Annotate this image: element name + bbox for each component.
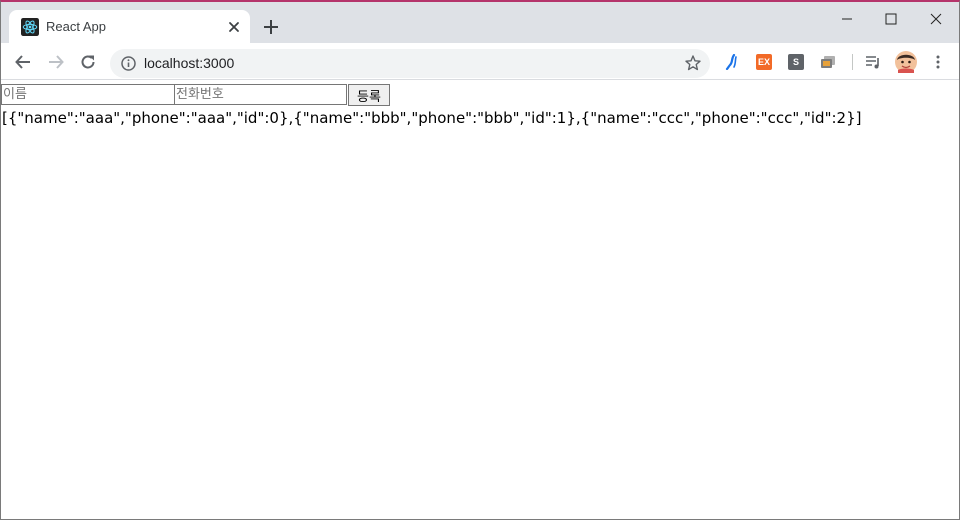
maximize-icon	[885, 13, 897, 25]
minimize-button[interactable]	[825, 6, 869, 32]
tab-strip: React App	[1, 2, 959, 43]
address-bar[interactable]: localhost:3000	[110, 49, 710, 78]
plus-icon[interactable]	[260, 16, 282, 38]
avatar[interactable]	[895, 51, 917, 73]
window-close-button[interactable]	[914, 6, 958, 32]
tab-react-app[interactable]: React App	[9, 10, 250, 43]
s-extension-icon[interactable]: S	[788, 54, 804, 70]
url-text[interactable]: localhost:3000	[144, 55, 234, 72]
reload-button[interactable]	[76, 50, 100, 74]
reload-icon	[81, 55, 95, 69]
browser-toolbar: localhost:3000 EX S	[1, 43, 959, 80]
name-input[interactable]	[1, 84, 174, 105]
media-queue-icon[interactable]	[865, 54, 881, 70]
contact-form: 등록	[1, 84, 390, 106]
close-icon	[930, 13, 942, 25]
tab-title: React App	[46, 19, 106, 34]
contacts-json-output: [{"name":"aaa","phone":"aaa","id":0},{"n…	[2, 109, 862, 127]
kebab-menu-icon[interactable]	[930, 54, 946, 70]
page-content: 등록 [{"name":"aaa","phone":"aaa","id":0},…	[1, 81, 959, 519]
close-icon[interactable]	[226, 19, 242, 35]
register-button[interactable]: 등록	[348, 84, 390, 106]
maximize-button[interactable]	[869, 6, 913, 32]
ex-extension-icon[interactable]: EX	[756, 54, 772, 70]
info-icon[interactable]	[120, 55, 137, 72]
back-arrow-icon	[15, 55, 30, 69]
back-button[interactable]	[11, 50, 35, 74]
forward-arrow-icon	[49, 55, 64, 69]
toolbar-separator	[852, 54, 853, 70]
stylus-extension-icon[interactable]	[724, 54, 740, 70]
phone-input[interactable]	[174, 84, 347, 105]
react-logo-icon	[21, 18, 39, 36]
cast-extension-icon[interactable]	[820, 54, 836, 70]
minimize-icon	[842, 18, 852, 20]
star-icon[interactable]	[684, 54, 702, 72]
forward-button[interactable]	[44, 50, 68, 74]
browser-window: React App localhost:3000 EX S 이름 전화번호 등록…	[0, 0, 960, 520]
